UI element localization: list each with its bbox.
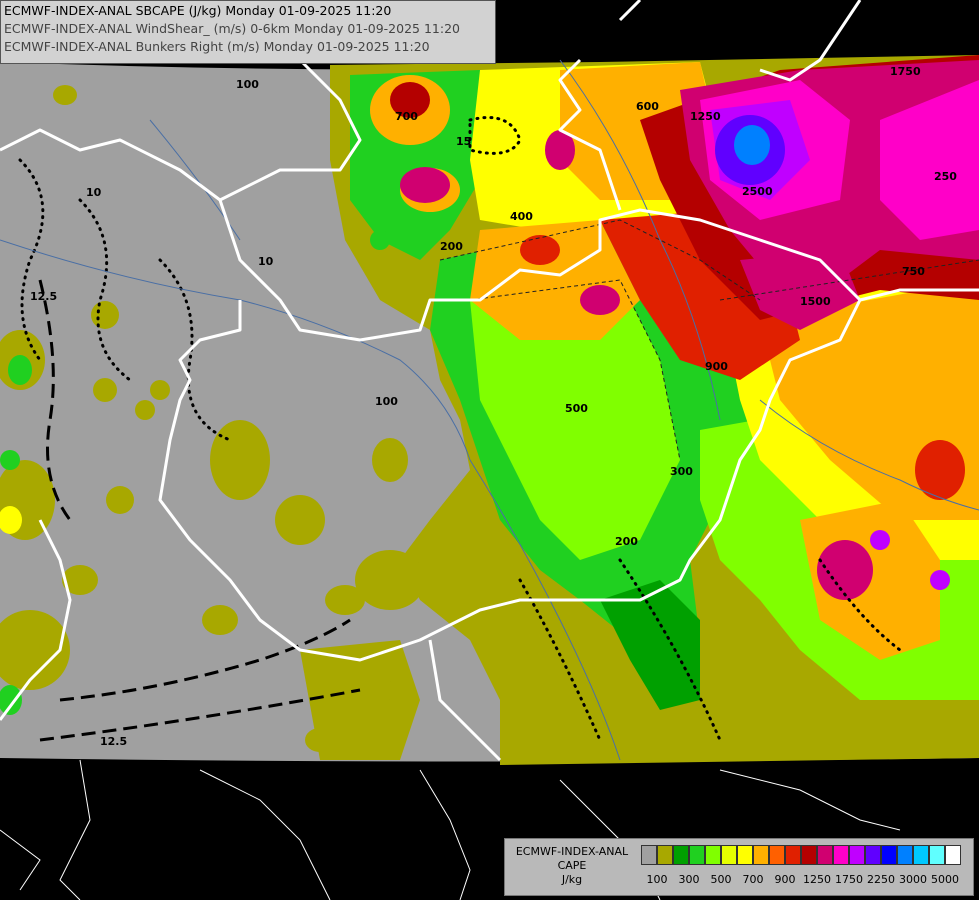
- contour-label: 10: [86, 186, 102, 199]
- legend-tick-label: 1750: [835, 873, 863, 886]
- color-legend: ECMWF-INDEX-ANAL CAPE J/kg 100 300 500 700 9…: [504, 838, 974, 896]
- contour-label: 400: [510, 210, 533, 223]
- legend-swatch: [913, 845, 929, 865]
- legend-swatch: [737, 845, 753, 865]
- contour-label: 15: [456, 135, 471, 148]
- legend-title-variable: CAPE: [557, 859, 587, 872]
- legend-swatch: [945, 845, 961, 865]
- legend-tick-label: 300: [678, 873, 700, 886]
- legend-swatch: [657, 845, 673, 865]
- legend-swatch: [817, 845, 833, 865]
- contour-label: 100: [375, 395, 398, 408]
- legend-tick-label: 500: [710, 873, 732, 886]
- contour-label: 200: [615, 535, 638, 548]
- legend-swatch: [769, 845, 785, 865]
- legend-tick-label: 2250: [867, 873, 895, 886]
- contour-label: 900: [705, 360, 728, 373]
- legend-swatch: [833, 845, 849, 865]
- legend-tick-label: 100: [646, 873, 668, 886]
- legend-tick-label: 700: [742, 873, 764, 886]
- legend-swatch: [881, 845, 897, 865]
- legend-tick-label: 900: [774, 873, 796, 886]
- legend-swatch: [721, 845, 737, 865]
- contour-label: 300: [670, 465, 693, 478]
- header-line-cape: ECMWF-INDEX-ANAL SBCAPE (J/kg) Monday 01…: [4, 3, 392, 18]
- legend-swatch: [689, 845, 705, 865]
- contour-label: 1250: [690, 110, 721, 123]
- contour-label: 1750: [890, 65, 921, 78]
- legend-color-bar: [641, 845, 961, 867]
- legend-tick-label: 5000: [931, 873, 959, 886]
- contour-label: 700: [395, 110, 418, 123]
- cape-map: 700 100 200 1250 600 1750 1500 750 2500 …: [0, 0, 979, 900]
- header-line-windshear: ECMWF-INDEX-ANAL WindShear_ (m/s) 0-6km …: [4, 21, 460, 36]
- legend-swatch: [865, 845, 881, 865]
- legend-title: ECMWF-INDEX-ANAL CAPE J/kg: [507, 845, 637, 887]
- contour-label: 250: [934, 170, 957, 183]
- legend-title-model: ECMWF-INDEX-ANAL: [515, 845, 629, 858]
- map-header: ECMWF-INDEX-ANAL SBCAPE (J/kg) Monday 01…: [0, 0, 496, 64]
- contour-label: 500: [565, 402, 588, 415]
- legend-swatch: [673, 845, 689, 865]
- legend-swatch: [929, 845, 945, 865]
- contour-label: 1500: [800, 295, 831, 308]
- legend-swatch: [897, 845, 913, 865]
- contour-label: 12.5: [30, 290, 57, 303]
- legend-swatch: [849, 845, 865, 865]
- contour-label: 100: [236, 78, 259, 91]
- legend-swatch: [785, 845, 801, 865]
- legend-title-unit: J/kg: [561, 873, 583, 886]
- legend-swatch: [753, 845, 769, 865]
- header-line-bunkers: ECMWF-INDEX-ANAL Bunkers Right (m/s) Mon…: [4, 39, 430, 54]
- legend-tick-label: 1250: [803, 873, 831, 886]
- legend-tick-label: 3000: [899, 873, 927, 886]
- contour-label: 2500: [742, 185, 773, 198]
- contour-label: 200: [440, 240, 463, 253]
- contour-label: 600: [636, 100, 659, 113]
- contour-label: 12.5: [100, 735, 127, 748]
- legend-swatch: [705, 845, 721, 865]
- legend-swatch: [641, 845, 657, 865]
- contour-label: 10: [258, 255, 274, 268]
- legend-swatch: [801, 845, 817, 865]
- contour-label: 750: [902, 265, 925, 278]
